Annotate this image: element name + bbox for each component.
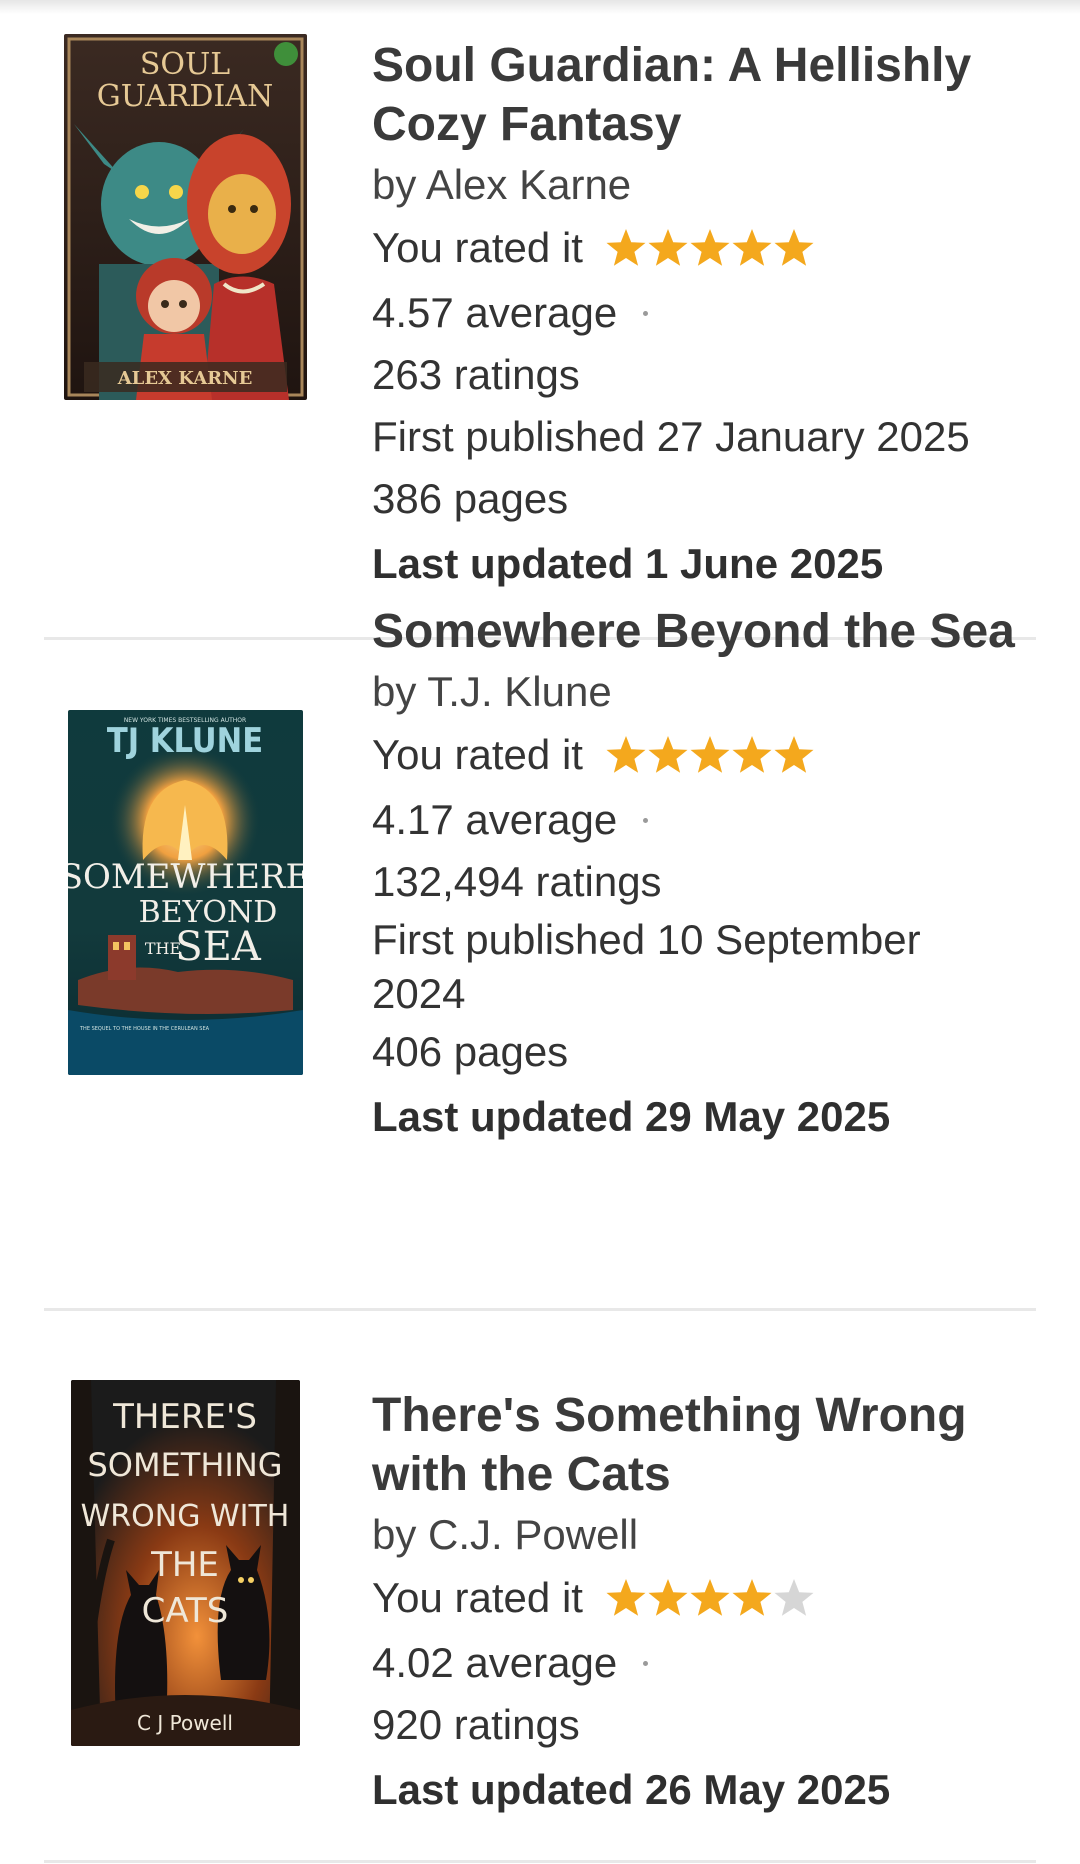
last-updated: Last updated 1 June 2025 (372, 540, 884, 587)
page-count: 406 pages (372, 1028, 569, 1075)
cover-author: TJ KLUNE (107, 721, 263, 761)
cover-title-line: CATS (142, 1591, 229, 1631)
cover-subtitle: THE SEQUEL TO THE HOUSE IN THE CERULEAN … (79, 1026, 210, 1032)
book-cover[interactable]: THERE'S SOMETHING WRONG WITH THE CATS C … (71, 1380, 300, 1746)
cover-title-line: WRONG WITH (81, 1499, 290, 1534)
cover-art: SOUL GUARDIAN ALEX KARNE (64, 34, 307, 400)
ratings-count: 263 ratings (372, 351, 580, 398)
average-rating: 4.57 average (372, 289, 618, 336)
book-author[interactable]: by T.J. Klune (372, 663, 1042, 721)
star-filled-icon[interactable] (731, 734, 773, 776)
user-rating-row: You rated it (372, 721, 1042, 789)
separator-dot (643, 310, 649, 316)
star-filled-icon[interactable] (605, 1577, 647, 1619)
cover-title-line: SOMETHING (87, 1446, 282, 1484)
cover-author: ALEX KARNE (117, 368, 253, 389)
first-published: First published 10 September 2024 (372, 916, 921, 1017)
user-rating-stars[interactable] (605, 734, 815, 776)
cover-art: THERE'S SOMETHING WRONG WITH THE CATS C … (71, 1380, 300, 1746)
star-filled-icon[interactable] (731, 1577, 773, 1619)
star-filled-icon[interactable] (689, 734, 731, 776)
top-shadow (0, 0, 1080, 14)
cover-title-line: GUARDIAN (97, 79, 273, 114)
star-filled-icon[interactable] (689, 227, 731, 269)
ratings-count: 132,494 ratings (372, 858, 662, 905)
book-author[interactable]: by Alex Karne (372, 156, 1042, 214)
book-info: Somewhere Beyond the Sea by T.J. Klune Y… (372, 602, 1042, 1149)
average-rating: 4.17 average (372, 796, 618, 843)
star-filled-icon[interactable] (647, 227, 689, 269)
star-filled-icon[interactable] (773, 734, 815, 776)
star-filled-icon[interactable] (647, 1577, 689, 1619)
cover-title-line: THERE'S (112, 1397, 257, 1437)
star-filled-icon[interactable] (731, 227, 773, 269)
book-info: Soul Guardian: A Hellishly Cozy Fantasy … (372, 36, 1042, 596)
last-updated: Last updated 29 May 2025 (372, 1093, 891, 1140)
rated-label: You rated it (372, 1574, 583, 1621)
divider (44, 1308, 1036, 1311)
divider (44, 1860, 1036, 1863)
separator-dot (643, 817, 649, 823)
average-row: 4.02 average (372, 1632, 1042, 1694)
average-row: 4.57 average (372, 282, 1042, 344)
last-updated: Last updated 26 May 2025 (372, 1766, 891, 1813)
star-filled-icon[interactable] (647, 734, 689, 776)
page-count: 386 pages (372, 475, 569, 522)
user-rating-row: You rated it (372, 214, 1042, 282)
star-empty-icon[interactable] (773, 1577, 815, 1619)
book-cover[interactable]: SOUL GUARDIAN ALEX KARNE (64, 34, 307, 400)
cover-title-line: SOUL (140, 47, 230, 82)
star-filled-icon[interactable] (773, 227, 815, 269)
star-filled-icon[interactable] (605, 734, 647, 776)
star-filled-icon[interactable] (689, 1577, 731, 1619)
cover-art: NEW YORK TIMES BESTSELLING AUTHOR TJ KLU… (68, 710, 303, 1075)
book-info: There's Something Wrong with the Cats by… (372, 1386, 1042, 1822)
cover-title-line: SEA (175, 924, 262, 970)
book-title[interactable]: There's Something Wrong with the Cats (372, 1386, 1042, 1504)
ratings-count: 920 ratings (372, 1701, 580, 1748)
rated-label: You rated it (372, 224, 583, 271)
user-rating-stars[interactable] (605, 227, 815, 269)
user-rating-row: You rated it (372, 1564, 1042, 1632)
star-filled-icon[interactable] (605, 227, 647, 269)
average-rating: 4.02 average (372, 1639, 618, 1686)
first-published: First published 27 January 2025 (372, 413, 970, 460)
average-row: 4.17 average (372, 789, 1042, 851)
book-title[interactable]: Somewhere Beyond the Sea (372, 602, 1042, 661)
book-title[interactable]: Soul Guardian: A Hellishly Cozy Fantasy (372, 36, 1042, 154)
book-cover[interactable]: NEW YORK TIMES BESTSELLING AUTHOR TJ KLU… (68, 710, 303, 1075)
cover-title-line: SOMEWHERE (68, 857, 303, 897)
user-rating-stars[interactable] (605, 1577, 815, 1619)
rated-label: You rated it (372, 731, 583, 778)
cover-title-line: THE (150, 1545, 219, 1585)
cover-author: C J Powell (137, 1711, 233, 1735)
book-author[interactable]: by C.J. Powell (372, 1506, 1042, 1564)
separator-dot (643, 1660, 649, 1666)
